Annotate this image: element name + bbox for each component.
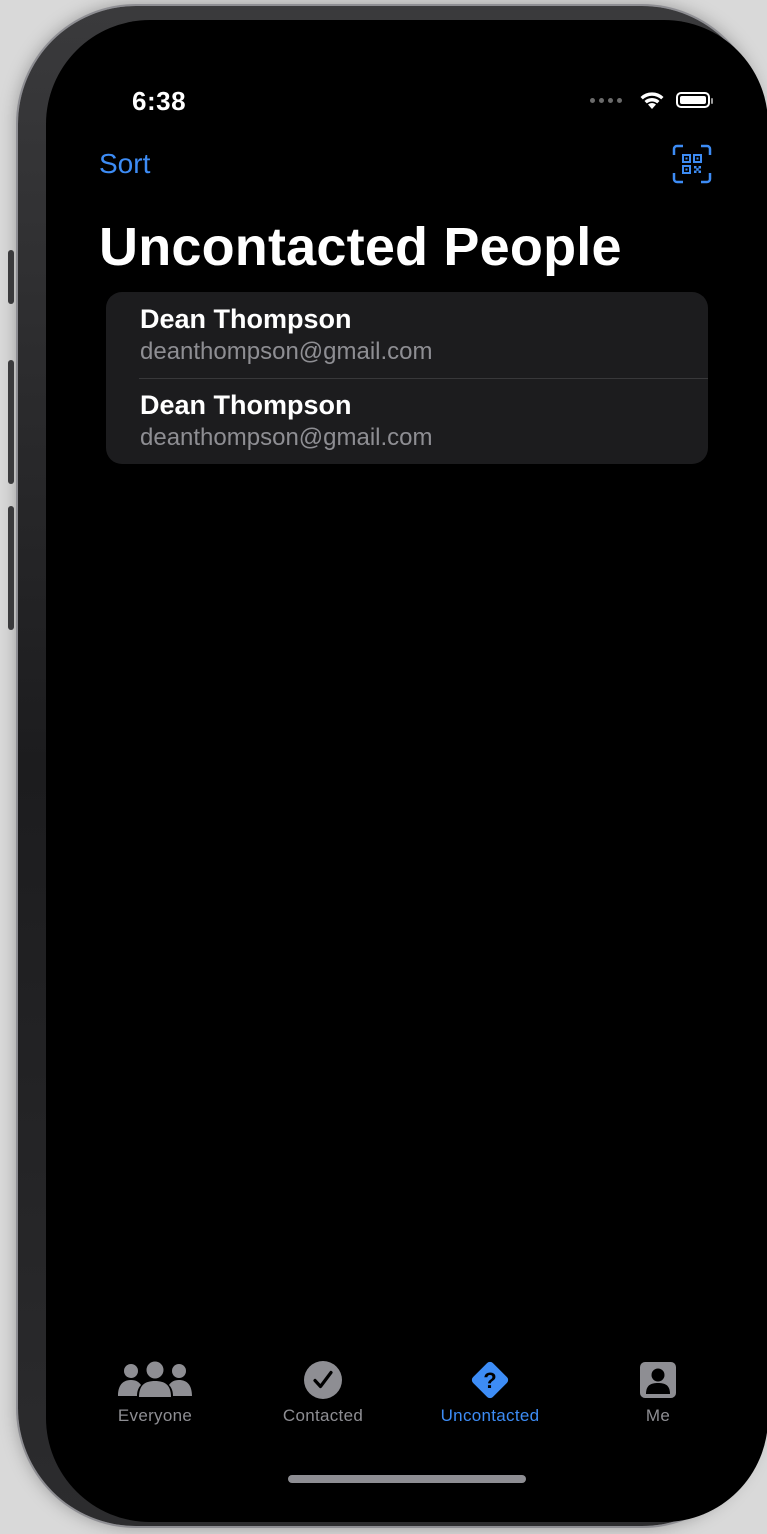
- tab-everyone[interactable]: Everyone: [85, 1360, 225, 1426]
- volume-up-button: [8, 360, 14, 484]
- tab-bar: Everyone Contacted ? Uncontacted Me: [46, 1360, 767, 1450]
- tab-label: Uncontacted: [440, 1406, 540, 1425]
- people-icon: [118, 1361, 192, 1397]
- person-name: Dean Thompson: [140, 390, 352, 420]
- status-time: 6:38: [132, 86, 187, 116]
- tab-me[interactable]: Me: [588, 1360, 728, 1426]
- person-email: deanthompson@gmail.com: [140, 424, 433, 451]
- signal-dots-icon: [590, 97, 622, 103]
- sort-button[interactable]: Sort: [99, 148, 150, 180]
- qr-code-scan-icon[interactable]: [672, 144, 712, 184]
- tab-label: Me: [645, 1406, 671, 1425]
- wifi-icon: [640, 92, 664, 109]
- person-name: Dean Thompson: [140, 304, 352, 334]
- person-email: deanthompson@gmail.com: [140, 338, 433, 365]
- page-title: Uncontacted People: [99, 217, 622, 277]
- person-square-icon: [640, 1362, 676, 1398]
- screen: 6:38 Sort Uncontacted People Dean Thomps…: [46, 20, 767, 1522]
- tab-label: Everyone: [117, 1406, 193, 1425]
- list-item[interactable]: Dean Thompson deanthompson@gmail.com: [106, 292, 708, 378]
- home-indicator: [288, 1475, 526, 1483]
- tab-contacted[interactable]: Contacted: [253, 1360, 393, 1426]
- checkmark-circle-icon: [304, 1361, 342, 1399]
- device-frame: 6:38 Sort Uncontacted People Dean Thomps…: [8, 6, 767, 1526]
- volume-down-button: [8, 506, 14, 630]
- people-list: Dean Thompson deanthompson@gmail.com Dea…: [106, 292, 708, 464]
- tab-uncontacted[interactable]: ? Uncontacted: [420, 1360, 560, 1426]
- list-item[interactable]: Dean Thompson deanthompson@gmail.com: [106, 378, 708, 464]
- status-indicators: [590, 90, 713, 110]
- mute-switch: [8, 250, 14, 304]
- battery-icon: [676, 92, 713, 108]
- questionmark-diamond-icon: ?: [471, 1361, 509, 1399]
- svg-text:?: ?: [483, 1368, 496, 1393]
- tab-label: Contacted: [282, 1406, 364, 1425]
